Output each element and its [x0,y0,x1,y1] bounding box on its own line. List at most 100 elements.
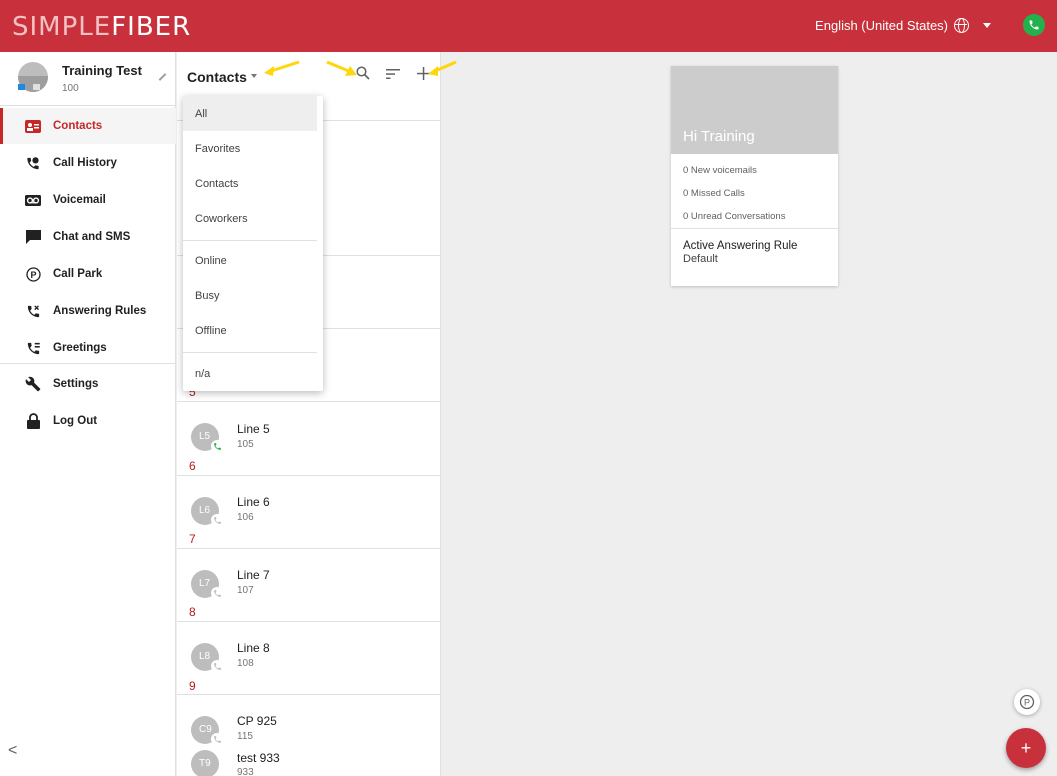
contact-name: Line 6 [237,495,270,509]
active-rule-value[interactable]: Default [683,253,718,265]
contact-extension: 115 [237,731,253,742]
device-status-icons [18,84,40,90]
unread-conversations-link[interactable]: 0 Unread Conversations [683,211,785,222]
sidebar-item-label: Call Park [53,268,103,280]
sidebar-item-label: Chat and SMS [53,231,131,243]
menu-item-online[interactable]: Online [183,243,323,278]
sidebar-item-label: Greetings [53,342,107,354]
sidebar-item-label: Voicemail [53,194,106,206]
sidebar: Training Test 100 Contacts Call History … [0,52,176,776]
contact-extension: 108 [237,658,254,669]
section-letter: 7 [189,532,196,546]
chat-icon [25,230,41,244]
contact-extension: 933 [237,767,254,776]
sidebar-item-call-history[interactable]: Call History [0,145,176,181]
call-park-button[interactable]: P [1014,689,1040,715]
pencil-icon[interactable] [158,73,167,81]
row-divider [177,621,441,622]
phone-status-icon [211,660,223,672]
contact-extension: 106 [237,512,254,523]
menu-divider [183,240,317,241]
sidebar-item-label: Log Out [53,415,98,427]
row-divider [177,475,441,476]
menu-item-na[interactable]: n/a [183,356,323,391]
user-name: Training Test [62,63,142,78]
answering-rules-icon [25,304,41,318]
lock-icon [25,413,41,429]
phone-status-icon [211,514,223,526]
menu-item-offline[interactable]: Offline [183,313,323,348]
sidebar-item-label: Answering Rules [53,305,147,317]
contact-name: Line 5 [237,422,270,436]
sidebar-item-answering-rules[interactable]: Answering Rules [0,293,176,329]
language-selector[interactable]: English (United States) [815,18,991,33]
active-rule-label: Active Answering Rule [683,240,798,252]
sidebar-item-voicemail[interactable]: Voicemail [0,182,176,218]
logo-part1: SIMPLE [12,12,112,42]
section-letter: 9 [189,679,196,693]
user-extension: 100 [62,83,79,94]
app-logo: SIMPLEFIBER [12,12,191,42]
phone-status-icon [211,440,223,452]
sidebar-item-label: Contacts [53,120,103,132]
call-park-letter: P [1024,698,1030,708]
row-divider [177,694,441,695]
annotation-arrow [264,60,300,76]
menu-item-favorites[interactable]: Favorites [183,131,323,166]
sidebar-item-log-out[interactable]: Log Out [0,403,176,439]
avatar: T9 [191,750,219,776]
add-button[interactable]: + [1006,728,1046,768]
sidebar-item-call-park[interactable]: P Call Park [0,256,176,292]
annotation-arrow [326,60,357,76]
chevron-down-icon [983,23,991,28]
section-letter: 6 [189,459,196,473]
annotation-arrow [428,60,457,76]
card-divider [671,228,838,229]
summary-card: Hi Training 0 New voicemails 0 Missed Ca… [671,66,838,286]
contacts-header: Contacts [177,52,441,98]
user-profile[interactable]: Training Test 100 [0,52,175,106]
contact-name: test 933 [237,751,280,765]
phone-status-icon[interactable] [1023,14,1045,36]
menu-item-all[interactable]: All [183,96,317,131]
greetings-icon [25,341,41,355]
sidebar-item-label: Settings [53,378,99,390]
sidebar-item-settings[interactable]: Settings [0,366,176,402]
contact-name: Line 7 [237,568,270,582]
menu-divider [183,352,317,353]
contact-extension: 107 [237,585,254,596]
globe-icon [954,18,969,33]
contacts-filter-title[interactable]: Contacts [187,69,247,85]
new-voicemails-link[interactable]: 0 New voicemails [683,165,757,176]
contacts-icon [25,119,41,133]
sidebar-item-label: Call History [53,157,117,169]
call-history-icon [25,156,41,170]
sort-icon[interactable] [385,66,401,82]
chevron-down-icon[interactable] [251,74,257,78]
sidebar-divider [0,363,176,364]
phone-status-icon [211,733,223,745]
menu-item-busy[interactable]: Busy [183,278,323,313]
contact-extension: 105 [237,439,254,450]
row-divider [177,548,441,549]
greeting-title: Hi Training [683,128,755,145]
logo-part2: FIBER [111,12,192,42]
sidebar-item-contacts[interactable]: Contacts [0,108,176,144]
call-park-icon: P [1019,694,1035,710]
card-banner: Hi Training [671,66,838,154]
svg-text:P: P [30,270,36,280]
row-divider [177,401,441,402]
contact-name: Line 8 [237,641,270,655]
phone-status-icon [211,587,223,599]
collapse-sidebar-button[interactable]: < [8,742,17,760]
sidebar-item-greetings[interactable]: Greetings [0,330,176,366]
section-letter: 8 [189,605,196,619]
missed-calls-link[interactable]: 0 Missed Calls [683,188,745,199]
top-bar: SIMPLEFIBER English (United States) [0,0,1057,52]
menu-item-contacts[interactable]: Contacts [183,166,323,201]
contact-name: CP 925 [237,714,277,728]
wrench-icon [25,376,41,392]
voicemail-icon [25,193,41,207]
sidebar-item-chat[interactable]: Chat and SMS [0,219,176,255]
menu-item-coworkers[interactable]: Coworkers [183,201,323,236]
